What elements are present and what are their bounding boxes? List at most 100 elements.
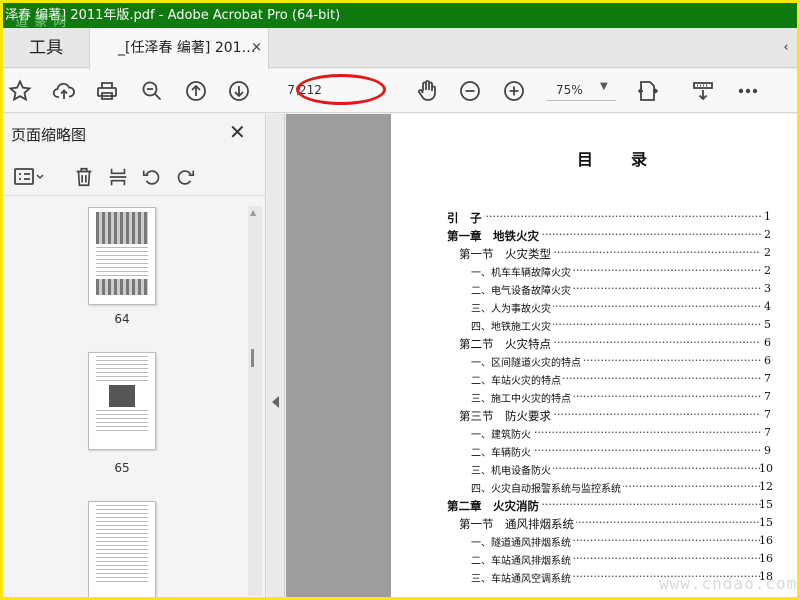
toc-entry[interactable]: ········································… <box>391 426 771 444</box>
rotate-right-icon[interactable] <box>172 165 198 189</box>
toc-entry-text: 三、机电设备防火 <box>471 462 553 477</box>
thumbnail-label: 64 <box>114 312 130 326</box>
toc-entry-text: 一、机车车辆故障火灾 <box>471 264 573 279</box>
page-down-icon[interactable] <box>225 78 253 104</box>
toc-page-number: 9 <box>764 444 771 457</box>
toc-page-number: 15 <box>759 516 773 529</box>
more-icon[interactable] <box>734 78 762 104</box>
toc-entry[interactable]: ········································… <box>391 444 771 462</box>
page-thumbnail[interactable] <box>88 207 156 305</box>
toc-entry[interactable]: ········································… <box>391 264 771 282</box>
toc-entry-text: 二、车辆防火 <box>471 444 533 459</box>
toc-page-number: 3 <box>764 282 771 295</box>
toc-entry-text: 一、区间隧道火灾的特点 <box>471 354 583 369</box>
red-annotation-ellipse <box>296 74 386 105</box>
toc-entry-text: 一、建筑防火 <box>471 426 533 441</box>
zoom-out-icon[interactable] <box>456 78 484 104</box>
toc-entry[interactable]: ········································… <box>391 480 773 498</box>
rotate-left-icon[interactable] <box>139 165 165 189</box>
toc-page-number: 12 <box>759 480 773 493</box>
tab-bar: 工具 _[任泽春 编著] 201… × ‹ <box>3 28 797 69</box>
toc-entry-text: 第二节 火灾特点 <box>459 336 553 352</box>
collapse-arrow-icon[interactable] <box>272 396 279 408</box>
toc-entry[interactable]: ········································… <box>391 498 773 516</box>
toc-entry-text: 二、车站火灾的特点 <box>471 372 563 387</box>
toc-page-number: 15 <box>759 498 773 511</box>
toc-page-number: 16 <box>759 552 773 565</box>
zoom-out-search-icon[interactable] <box>138 78 166 104</box>
toc-entry-text: 二、电气设备故障火灾 <box>471 282 573 297</box>
scrollbar-thumb[interactable] <box>251 349 254 367</box>
toc-entry-text: 二、车站通风排烟系统 <box>471 552 573 567</box>
tab-close-button[interactable]: × <box>251 28 262 68</box>
toc-entry[interactable]: ········································… <box>391 210 771 228</box>
toc-dot-leader: ········································… <box>447 210 761 223</box>
toc-page-number: 7 <box>764 372 771 385</box>
toc-entry[interactable]: ········································… <box>391 282 771 300</box>
toc-page-number: 16 <box>759 534 773 547</box>
toc-page-number: 7 <box>764 390 771 403</box>
collapse-panel-strip[interactable] <box>267 114 285 597</box>
toc-entry[interactable]: ········································… <box>391 516 773 534</box>
toc-entry-text: 三、施工中火灾的特点 <box>471 390 573 405</box>
toc-entry[interactable]: ········································… <box>391 372 771 390</box>
thumbnails-panel: 页面缩略图 ✕ 64 65 ▲ <box>3 114 266 597</box>
toc-page-number: 2 <box>764 264 771 277</box>
print-icon[interactable] <box>93 78 121 104</box>
toc-entry-text: 引 子 <box>447 210 484 226</box>
hand-icon[interactable] <box>413 78 441 104</box>
page-number-input[interactable]: 7 <box>271 79 295 101</box>
tab-tools[interactable]: 工具 <box>3 28 89 68</box>
toc-entry[interactable]: ········································… <box>391 336 771 354</box>
toc-entry[interactable]: ········································… <box>391 390 771 408</box>
extract-pages-icon[interactable] <box>105 165 131 189</box>
toc-page-number: 7 <box>764 408 771 421</box>
panel-toolbar <box>3 158 266 196</box>
scroll-mode-icon[interactable] <box>689 78 717 104</box>
thumbnail-list: 64 65 <box>3 202 246 597</box>
toc-entry-text: 第一节 通风排烟系统 <box>459 516 576 532</box>
toc-page-number: 6 <box>764 354 771 367</box>
toc-page-number: 2 <box>764 228 771 241</box>
toc-title: 目 录 <box>577 150 650 169</box>
scroll-up-icon[interactable]: ▲ <box>250 208 256 217</box>
toc-entry[interactable]: ········································… <box>391 408 771 426</box>
trash-icon[interactable] <box>71 165 97 189</box>
toc-entry[interactable]: ········································… <box>391 534 773 552</box>
star-icon[interactable] <box>6 78 34 104</box>
document-background <box>286 114 391 597</box>
cloud-upload-icon[interactable] <box>50 78 78 104</box>
toc-entry[interactable]: ········································… <box>391 228 771 246</box>
acrobat-window: 泽春 编著] 2011年版.pdf - Adobe Acrobat Pro (6… <box>3 3 797 597</box>
toc-page-number: 2 <box>764 246 771 259</box>
page-thumbnail[interactable] <box>88 352 156 450</box>
toc-entry[interactable]: ········································… <box>391 246 771 264</box>
chevron-down-icon[interactable]: ▼ <box>600 81 608 92</box>
toc-entry[interactable]: ········································… <box>391 318 771 336</box>
toc-entry-text: 三、车站通风空调系统 <box>471 570 573 585</box>
toc-page-number: 7 <box>764 426 771 439</box>
zoom-in-icon[interactable] <box>500 78 528 104</box>
close-icon[interactable]: ✕ <box>229 120 246 144</box>
toc-entry[interactable]: ········································… <box>391 552 773 570</box>
tab-scroll-left-icon[interactable]: ‹ <box>775 28 797 68</box>
toc-entry-text: 四、地铁施工火灾 <box>471 318 553 333</box>
tab-document[interactable]: _[任泽春 编著] 201… × <box>89 28 269 69</box>
title-bar: 泽春 编著] 2011年版.pdf - Adobe Acrobat Pro (6… <box>3 3 797 28</box>
options-menu-icon[interactable] <box>11 165 47 189</box>
thumbnail-scrollbar[interactable]: ▲ <box>248 206 262 596</box>
toc-page-number: 5 <box>764 318 771 331</box>
toc-entry[interactable]: ········································… <box>391 462 773 480</box>
fit-page-icon[interactable] <box>634 78 662 104</box>
page-up-icon[interactable] <box>182 78 210 104</box>
document-page: 目 录 ····································… <box>391 114 797 597</box>
tab-document-label: _[任泽春 编著] 201… <box>118 40 256 56</box>
toc-entry[interactable]: ········································… <box>391 300 771 318</box>
toc-entry-text: 第二章 火灾消防 <box>447 498 541 514</box>
toc-entry[interactable]: ········································… <box>391 354 771 372</box>
site-watermark-bottom: www.cndao.com <box>659 574 797 593</box>
thumbnail-label: 65 <box>114 461 130 475</box>
panel-title: 页面缩略图 <box>11 126 87 144</box>
toc-entry-text: 第三节 防火要求 <box>459 408 553 424</box>
page-thumbnail[interactable] <box>88 501 156 597</box>
